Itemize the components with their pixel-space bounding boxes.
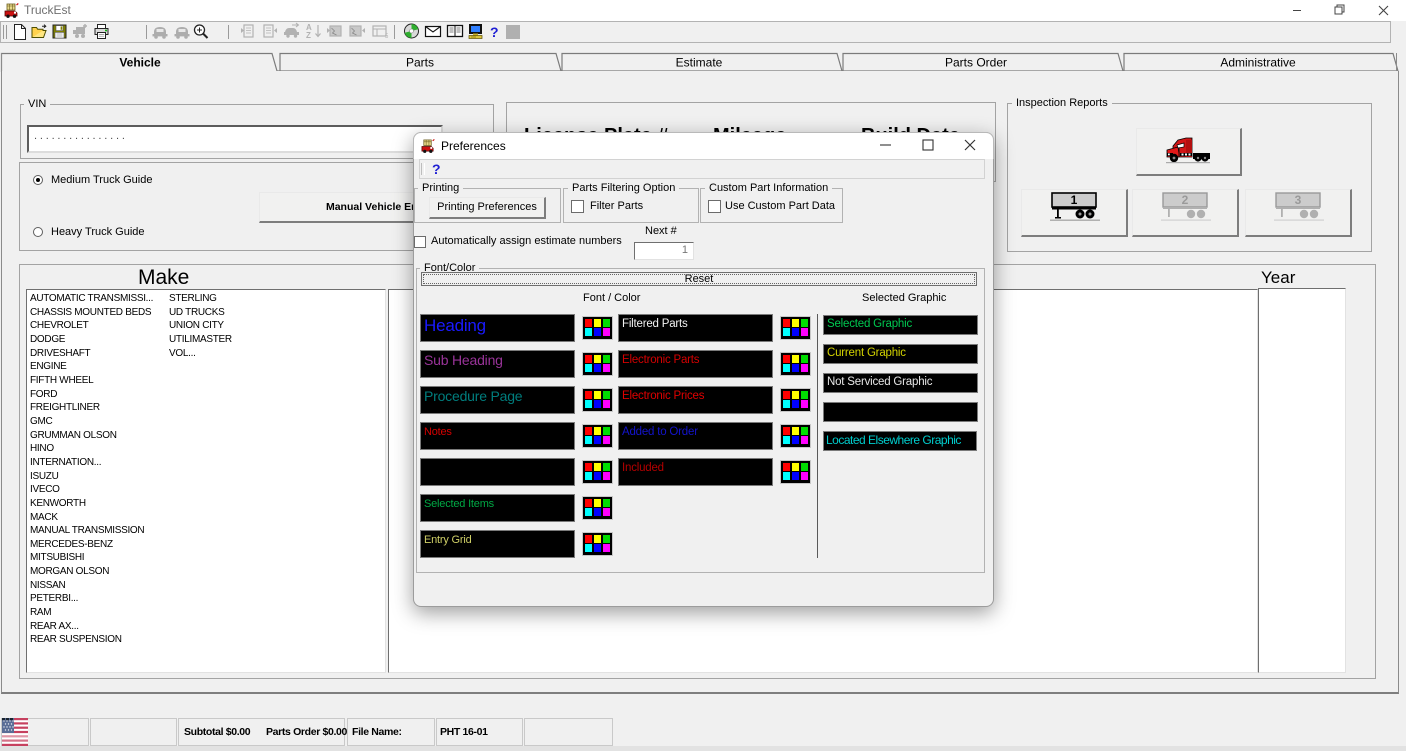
svg-text:5: 5 [385, 34, 389, 40]
svg-text:3: 3 [1295, 193, 1302, 207]
svg-text:Estimate: Estimate [676, 56, 723, 70]
svg-text:Parts Order: Parts Order [945, 56, 1007, 70]
svg-text:1: 1 [1071, 193, 1078, 207]
svg-text:Parts: Parts [406, 56, 434, 70]
svg-text:Vehicle: Vehicle [119, 56, 161, 70]
svg-text:Administrative: Administrative [1220, 56, 1296, 70]
svg-text:2: 2 [1182, 193, 1189, 207]
svg-text:?: ? [490, 24, 499, 40]
svg-text:Z: Z [306, 31, 311, 40]
